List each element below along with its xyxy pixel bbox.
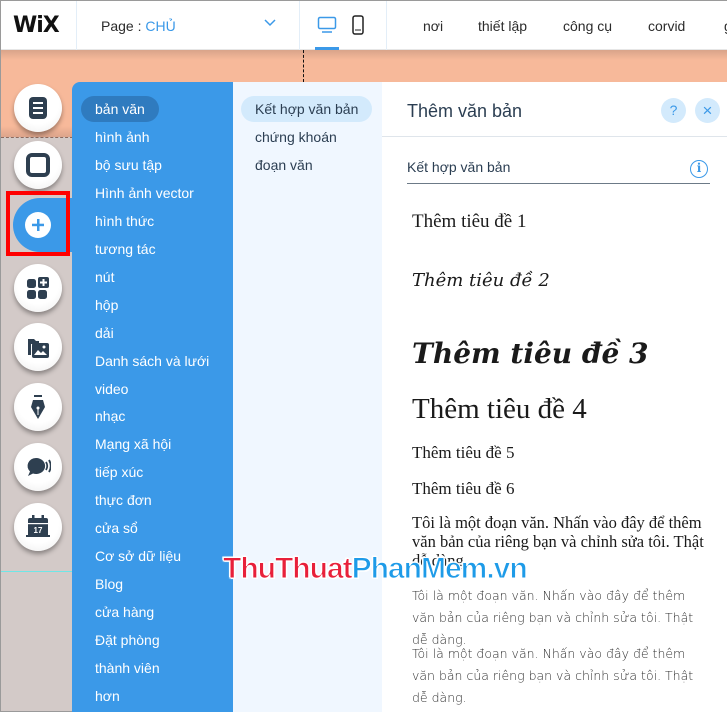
close-button[interactable]: ×	[695, 98, 720, 123]
page-selector[interactable]: Page : CHỦ	[101, 18, 176, 34]
wix-logo[interactable]: WiX	[13, 13, 60, 38]
bookings-button[interactable]: 17	[14, 503, 62, 551]
category-interactive[interactable]: tương tác	[95, 236, 156, 262]
category-music[interactable]: nhạc	[95, 403, 125, 429]
divider	[386, 1, 387, 50]
category-more[interactable]: hơn	[95, 683, 120, 709]
preset-heading-6[interactable]: Thêm tiêu đề 6	[412, 479, 514, 499]
square-icon	[26, 153, 50, 177]
info-icon[interactable]: i	[690, 160, 708, 178]
preset-heading-5[interactable]: Thêm tiêu đề 5	[412, 443, 514, 463]
pen-nib-icon	[31, 395, 45, 419]
category-social[interactable]: Mạng xã hội	[95, 431, 171, 457]
category-video[interactable]: video	[95, 376, 128, 402]
nav-site[interactable]: nơi	[423, 18, 443, 34]
preset-heading-2[interactable]: Thêm tiêu đề 2	[412, 270, 550, 291]
help-button[interactable]: ?	[661, 98, 686, 123]
category-shapes[interactable]: hình thức	[95, 208, 154, 234]
chevron-down-icon[interactable]	[263, 15, 277, 29]
divider	[76, 1, 77, 50]
desktop-icon[interactable]	[317, 16, 337, 34]
page-icon	[29, 97, 47, 119]
subcategory-paragraphs[interactable]: đoạn văn	[255, 152, 313, 178]
add-apps-button[interactable]	[14, 264, 62, 312]
media-folder-icon	[28, 339, 49, 358]
section-title: Kết hợp văn bản	[407, 159, 511, 175]
category-members[interactable]: thành viên	[95, 655, 160, 681]
add-text-panel: Thêm văn bản ? × Kết hợp văn bản i Thêm …	[382, 82, 727, 712]
category-text[interactable]: bản văn	[81, 96, 159, 122]
calendar-icon: 17	[26, 515, 50, 537]
preset-heading-3[interactable]: Thêm tiêu đề 3	[412, 337, 649, 370]
header-boundary	[1, 137, 73, 138]
page-label: Page :	[101, 18, 146, 34]
category-vector-art[interactable]: Hình ảnh vector	[95, 180, 194, 206]
category-bookings[interactable]: Đặt phòng	[95, 627, 160, 653]
highlight-annotation	[6, 191, 70, 256]
close-icon: ×	[702, 101, 713, 120]
preset-paragraph-3[interactable]: Tôi là một đoạn văn. Nhấn vào đây để thê…	[412, 643, 712, 709]
category-blog[interactable]: Blog	[95, 571, 123, 597]
subcategory-titles[interactable]: chứng khoán	[255, 124, 337, 150]
top-bar: WiX Page : CHỦ nơi thiết lập công cụ cor…	[1, 1, 727, 50]
guide-line	[303, 50, 304, 82]
chat-bubble-icon	[27, 457, 51, 476]
menus-pages-button[interactable]	[14, 84, 62, 132]
category-strip[interactable]: dải	[95, 320, 114, 346]
section-guide	[1, 571, 73, 572]
watermark: ThuThuatPhanMem.vn	[223, 551, 529, 587]
category-box[interactable]: hộp	[95, 292, 118, 318]
category-contact[interactable]: tiếp xúc	[95, 459, 143, 485]
subcategory-panel: Kết hợp văn bản chứng khoán đoạn văn	[233, 82, 382, 712]
category-lightbox[interactable]: cửa sổ	[95, 515, 138, 541]
svg-text:17: 17	[34, 526, 43, 535]
mobile-icon[interactable]	[352, 15, 364, 35]
preset-heading-4[interactable]: Thêm tiêu đề 4	[412, 393, 587, 426]
design-button[interactable]	[14, 383, 62, 431]
preset-paragraph-2[interactable]: Tôi là một đoạn văn. Nhấn vào đây để thê…	[412, 585, 712, 651]
category-gallery[interactable]: bộ sưu tập	[95, 152, 162, 178]
nav-settings[interactable]: thiết lập	[478, 18, 527, 34]
nav-tools[interactable]: công cụ	[563, 18, 612, 34]
category-image[interactable]: hình ảnh	[95, 124, 150, 150]
category-menu[interactable]: thực đơn	[95, 487, 152, 513]
section-underline	[407, 183, 710, 184]
help-icon: ?	[669, 102, 678, 118]
nav-corvid[interactable]: corvid	[648, 18, 685, 34]
watermark-part-2: PhanMem.vn	[351, 552, 528, 586]
panel-title: Thêm văn bản	[407, 101, 523, 121]
divider	[299, 1, 300, 50]
subcategory-themed-text[interactable]: Kết hợp văn bản	[241, 96, 373, 122]
add-category-panel: bản văn hình ảnh bộ sưu tập Hình ảnh vec…	[72, 82, 233, 712]
background-button[interactable]	[14, 141, 62, 189]
page-name: CHỦ	[145, 18, 176, 34]
category-database[interactable]: Cơ sở dữ liệu	[95, 543, 181, 569]
panel-divider	[382, 136, 727, 137]
apps-plus-icon	[27, 277, 49, 299]
preset-heading-1[interactable]: Thêm tiêu đề 1	[412, 211, 527, 233]
media-button[interactable]	[14, 323, 62, 371]
category-store[interactable]: cửa hàng	[95, 599, 154, 625]
chat-button[interactable]	[14, 443, 62, 491]
category-button[interactable]: nút	[95, 264, 114, 290]
category-list-grid[interactable]: Danh sách và lưới	[95, 348, 209, 374]
watermark-part-1: ThuThuat	[223, 552, 354, 586]
